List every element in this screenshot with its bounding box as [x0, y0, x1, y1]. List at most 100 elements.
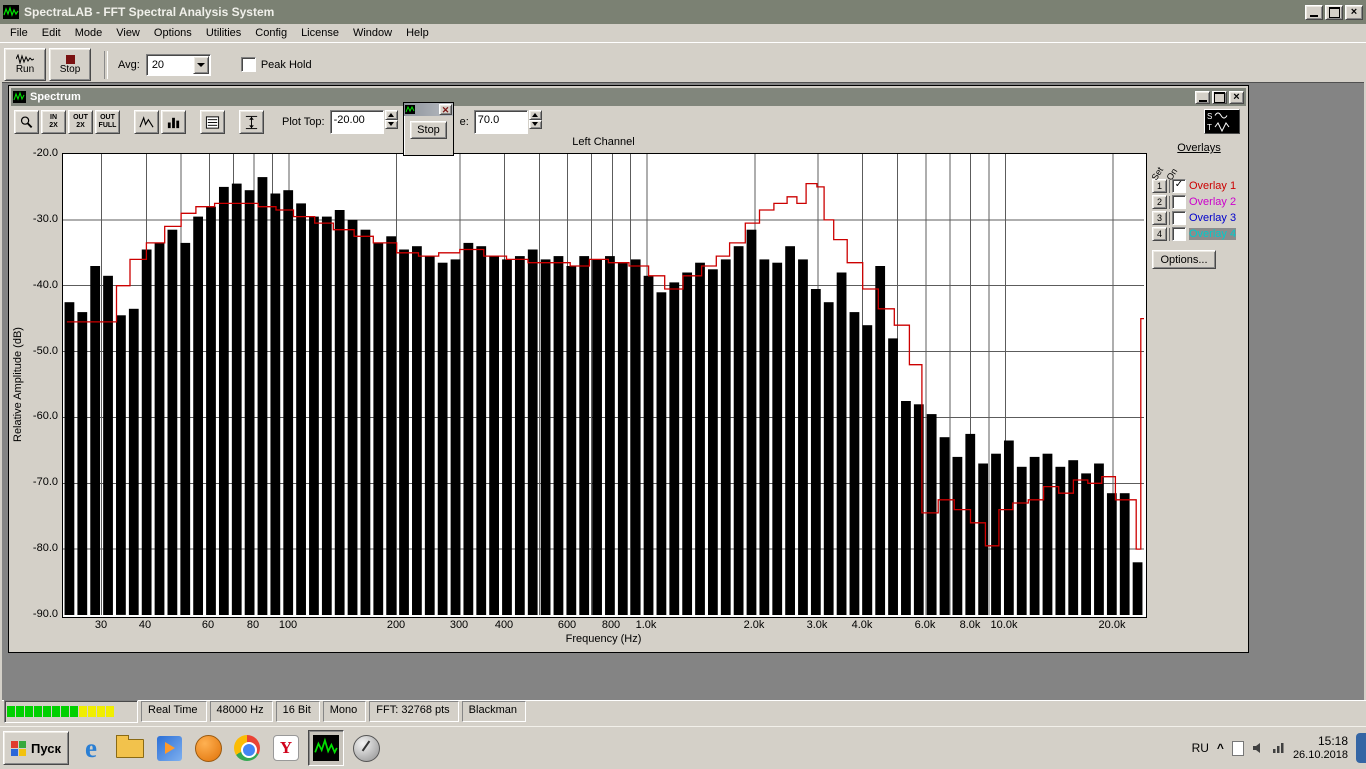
close-icon: ×	[1350, 6, 1358, 18]
svg-text:T: T	[1207, 123, 1212, 132]
y-axis-ticks: -20.0 -30.0 -40.0 -50.0 -60.0 -70.0 -80.0 -90.0	[15, 147, 60, 620]
spectrum-window: Spectrum × IN 2X OUT 2X OUT FULL Plot Top: -2…	[8, 85, 1249, 653]
floating-stop-window[interactable]: ✕ Stop	[403, 102, 454, 156]
overlay-set-button-4[interactable]: 4	[1152, 227, 1167, 241]
plot-range-value[interactable]: 70.0	[473, 110, 528, 134]
menu-window[interactable]: Window	[347, 25, 398, 41]
overlays-heading: Overlays	[1177, 142, 1221, 154]
spectrum-window-icon	[13, 91, 26, 103]
menu-help[interactable]: Help	[400, 25, 435, 41]
chevron-up-icon[interactable]: ^	[1217, 741, 1224, 755]
spectralab-mini-icon	[405, 105, 415, 114]
menu-utilities[interactable]: Utilities	[200, 25, 247, 41]
taskbar-icon-audio-app[interactable]	[349, 731, 383, 765]
status-panel-1: 48000 Hz	[209, 701, 273, 722]
network-signal-icon[interactable]	[1272, 742, 1285, 754]
spectrum-title: Spectrum	[30, 91, 81, 103]
plot-range-up-button[interactable]	[528, 110, 542, 120]
signal-scale-toggle-button[interactable]: S T	[1204, 109, 1240, 134]
menu-file[interactable]: File	[4, 25, 34, 41]
close-icon[interactable]: ✕	[439, 104, 452, 115]
taskbar-icon-spectralab[interactable]	[308, 730, 344, 766]
amplitude-range-button[interactable]	[239, 110, 264, 134]
avg-dropdown-button[interactable]	[192, 55, 209, 74]
close-button[interactable]: ×	[1345, 4, 1363, 20]
run-button[interactable]: Run	[4, 48, 46, 81]
overlays-column-headers: Set On	[1150, 156, 1246, 182]
overlay-row-2: 2 Overlay 2	[1152, 194, 1246, 210]
floating-stop-button[interactable]: Stop	[410, 121, 447, 139]
menu-edit[interactable]: Edit	[36, 25, 67, 41]
overlay-label-1[interactable]: Overlay 1	[1189, 180, 1236, 192]
meter-block-green	[7, 706, 15, 717]
zoom-out-full-button[interactable]: OUT FULL	[95, 110, 120, 134]
y-tick-label: -50.0	[32, 345, 58, 357]
show-desktop-button[interactable]	[1356, 733, 1366, 763]
divider	[1169, 211, 1170, 225]
waveform-icon	[16, 54, 34, 64]
peak-hold-checkbox[interactable]	[240, 57, 256, 72]
spectrum-titlebar[interactable]: Spectrum ×	[11, 88, 1246, 106]
plot-top-spinner[interactable]: -20.00	[329, 110, 398, 134]
taskbar-icon-orange-app[interactable]	[191, 731, 225, 765]
overlay-on-checkbox-2[interactable]	[1172, 195, 1186, 209]
zoom-in-2x-button[interactable]: IN 2X	[41, 110, 66, 134]
maximize-button[interactable]	[1325, 4, 1343, 20]
tray-document-icon[interactable]	[1231, 740, 1244, 756]
media-player-icon	[156, 735, 182, 761]
overlay-label-4[interactable]: Overlay 4	[1189, 228, 1237, 240]
overlay-on-checkbox-1[interactable]: ✓	[1172, 179, 1186, 193]
overlay-label-3[interactable]: Overlay 3	[1189, 212, 1236, 224]
spectrum-minimize-button[interactable]	[1195, 90, 1210, 104]
stop-button[interactable]: Stop	[49, 48, 91, 81]
clock-date: 26.10.2018	[1292, 748, 1348, 761]
avg-select[interactable]: 20	[145, 53, 211, 76]
peak-curve-button[interactable]	[134, 110, 159, 134]
volume-icon[interactable]	[1252, 742, 1264, 754]
taskbar-icon-chrome[interactable]	[230, 731, 264, 765]
meter-block-green	[34, 706, 42, 717]
start-button[interactable]: Пуск	[3, 731, 69, 765]
status-panel-3: Mono	[322, 701, 367, 722]
x-tick-label: 200	[386, 619, 406, 631]
zoom-out-2x-button[interactable]: OUT 2X	[68, 110, 93, 134]
overlay-set-button-1[interactable]: 1	[1152, 179, 1167, 193]
menu-mode[interactable]: Mode	[69, 25, 109, 41]
plot-top-value[interactable]: -20.00	[329, 110, 384, 134]
x-axis-label: Frequency (Hz)	[565, 633, 642, 645]
menu-config[interactable]: Config	[249, 25, 293, 41]
spectrum-plot[interactable]	[62, 153, 1147, 618]
overlay-set-button-3[interactable]: 3	[1152, 211, 1167, 225]
overlay-set-button-2[interactable]: 2	[1152, 195, 1167, 209]
plot-range-down-button[interactable]	[528, 119, 542, 129]
tray-clock[interactable]: 15:18 26.10.2018	[1292, 734, 1348, 761]
spectrum-close-button[interactable]: ×	[1229, 90, 1244, 104]
meter-block-green	[25, 706, 33, 717]
floating-window-titlebar[interactable]: ✕	[404, 103, 453, 116]
overlay-on-checkbox-4[interactable]	[1172, 227, 1186, 241]
menu-license[interactable]: License	[295, 25, 345, 41]
overlay-on-checkbox-3[interactable]	[1172, 211, 1186, 225]
menu-options[interactable]: Options	[148, 25, 198, 41]
language-indicator[interactable]: RU	[1192, 741, 1209, 755]
y-tick-label: -20.0	[32, 147, 58, 159]
zoom-cursor-button[interactable]	[14, 110, 39, 134]
spectrum-restore-button[interactable]	[1212, 90, 1227, 104]
window-title: SpectraLAB - FFT Spectral Analysis Syste…	[24, 5, 275, 19]
data-readout-button[interactable]	[200, 110, 225, 134]
plot-top-down-button[interactable]	[384, 119, 398, 129]
menu-view[interactable]: View	[110, 25, 146, 41]
bar-display-button[interactable]	[161, 110, 186, 134]
taskbar-icon-internet-explorer[interactable]: e	[74, 731, 108, 765]
overlay-label-2[interactable]: Overlay 2	[1189, 196, 1236, 208]
plot-range-spinner[interactable]: 70.0	[473, 110, 542, 134]
overlays-options-button[interactable]: Options...	[1152, 250, 1216, 269]
meter-block-yellow	[88, 706, 96, 717]
y-tick-label: -30.0	[32, 213, 58, 225]
taskbar-icon-file-explorer[interactable]	[113, 731, 147, 765]
taskbar-icon-yandex-browser[interactable]: Y	[269, 731, 303, 765]
taskbar-icon-media-player[interactable]	[152, 731, 186, 765]
plot-top-up-button[interactable]	[384, 110, 398, 120]
spectrum-toolbar: IN 2X OUT 2X OUT FULL Plot Top: -20.00 e: 70.…	[11, 107, 1246, 137]
minimize-button[interactable]	[1305, 4, 1323, 20]
